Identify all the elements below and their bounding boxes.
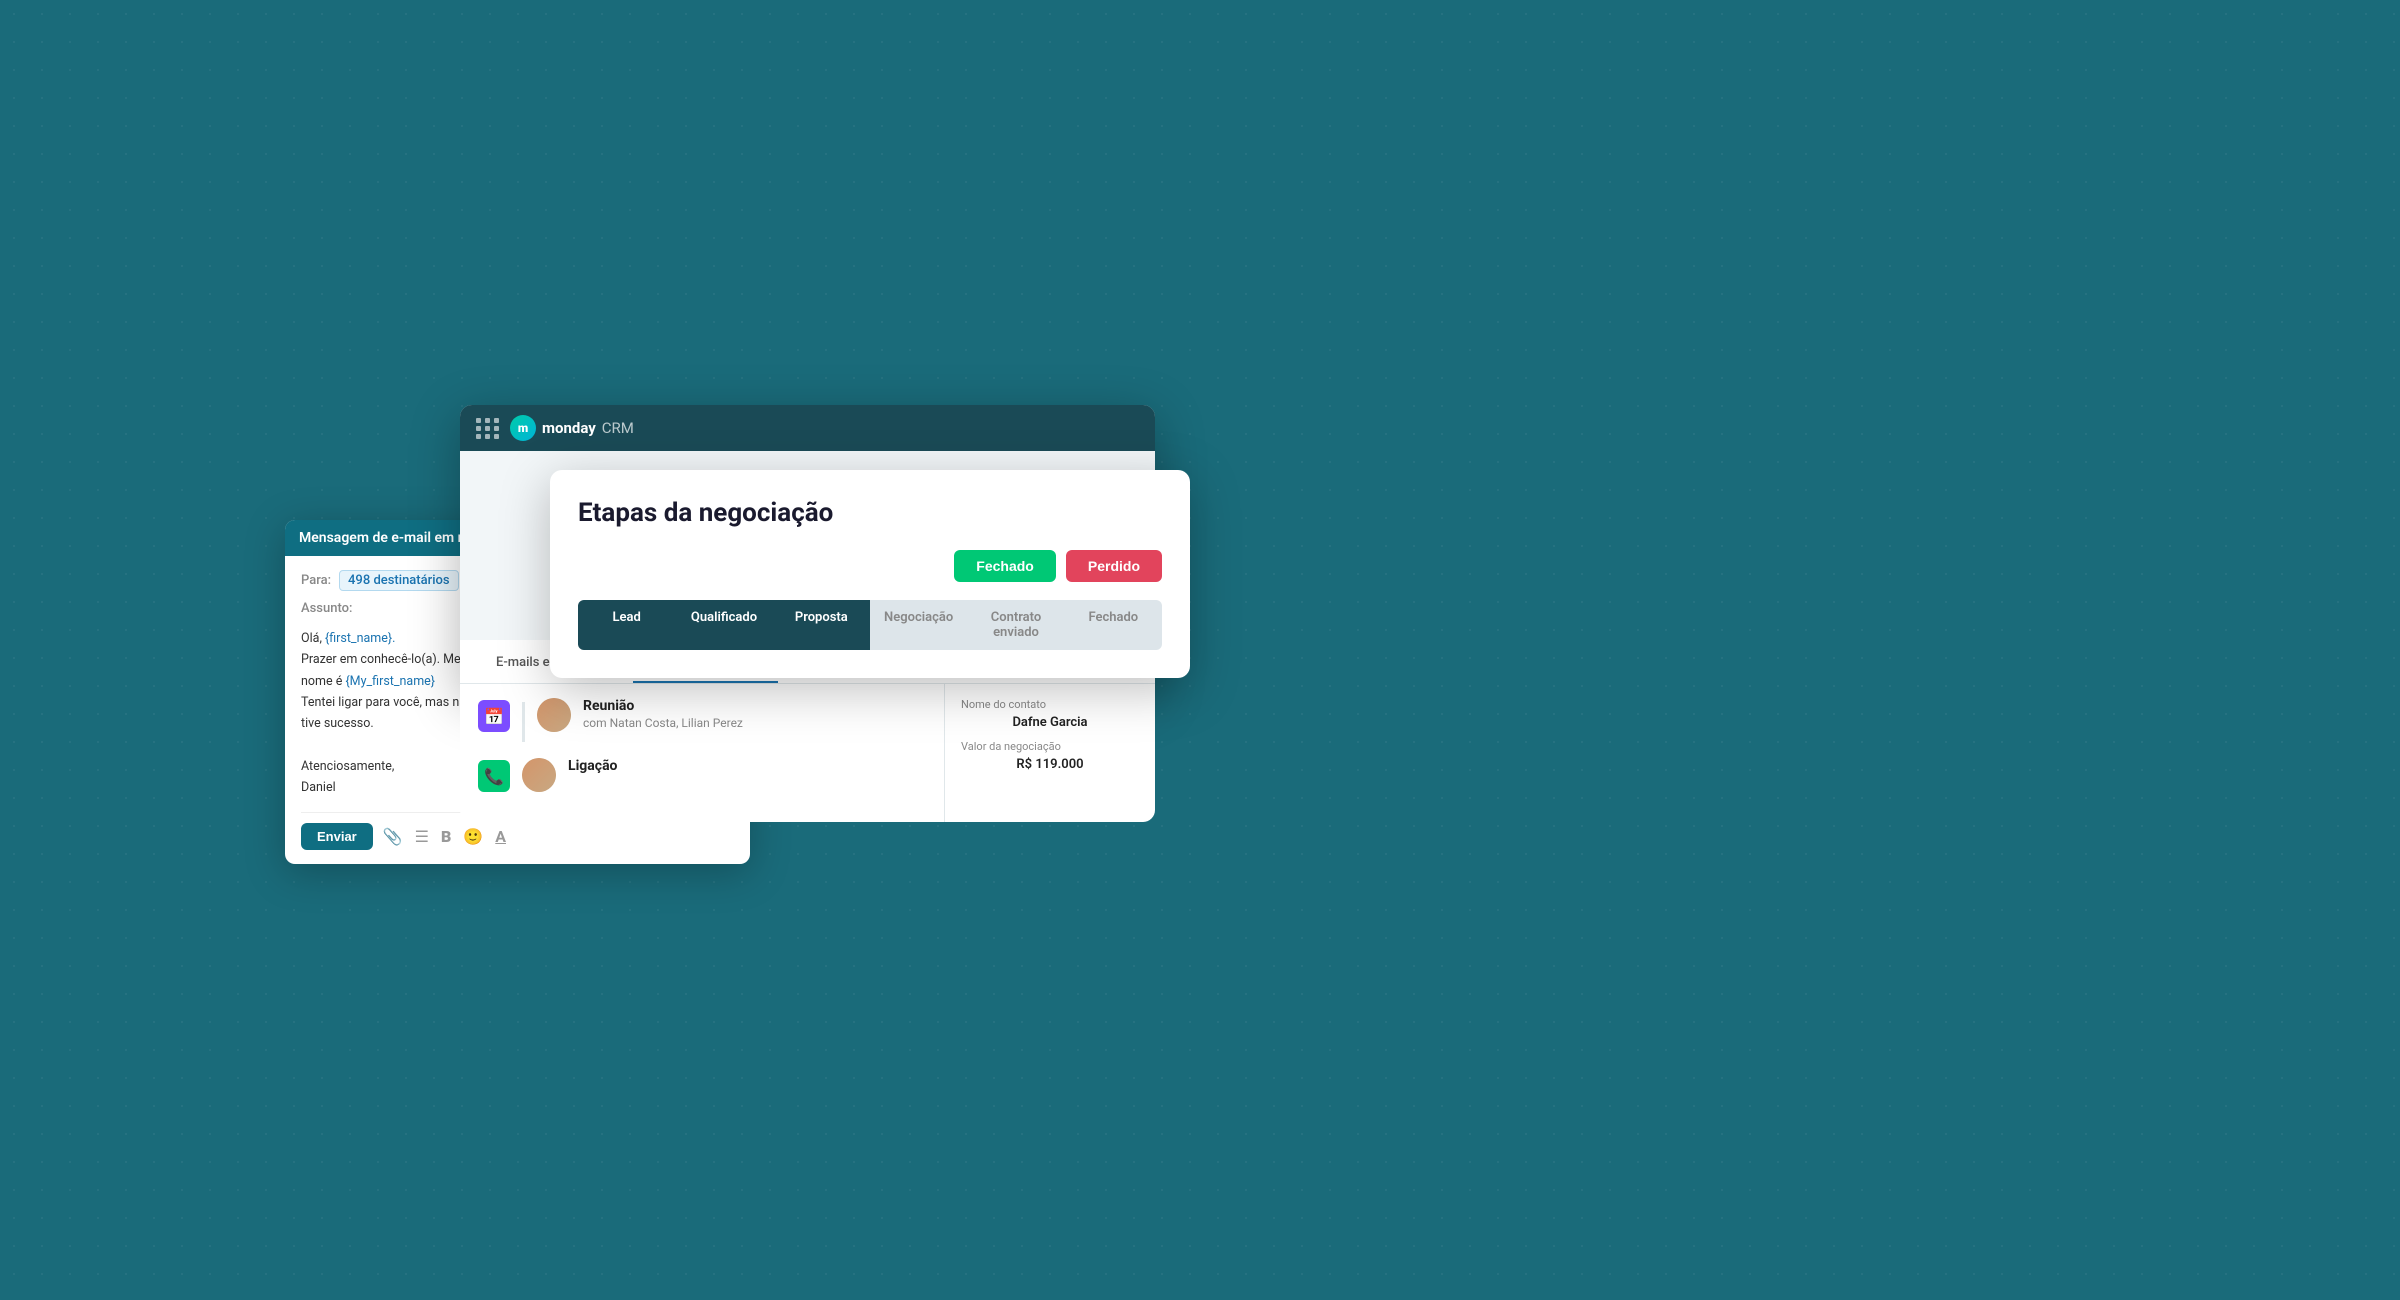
btn-perdido[interactable]: Perdido [1066,550,1162,582]
stage-fechado[interactable]: Fechado [1065,600,1162,650]
email-body-nameline: nome é [301,674,345,689]
email-body-greeting: Olá, [301,631,325,646]
crm-body-row: 📅 Reunião com Natan Costa, Lilian Perez … [460,684,1155,822]
deal-value-label: Valor da negociação [961,740,1139,753]
email-body-sign1: Atenciosamente, [301,759,394,774]
activity-ligacao: 📞 Ligação [478,758,926,792]
bold-icon[interactable]: B [441,827,451,846]
email-recipients-badge[interactable]: 498 destinatários [339,570,459,591]
activity-icon-call: 📞 [478,760,510,792]
contact-name-value: Dafne Garcia [961,715,1139,730]
stage-negociacao[interactable]: Negociação [870,600,967,650]
btn-fechado[interactable]: Fechado [954,550,1056,582]
crm-topbar: m monday CRM [460,405,1155,451]
emoji-icon[interactable]: 🙂 [463,827,483,846]
activity-title-1: Reunião [583,698,743,714]
activity-icon-meeting: 📅 [478,700,510,732]
stage-lead[interactable]: Lead [578,600,675,650]
contact-name-label: Nome do contato [961,698,1139,711]
stage-qualificado[interactable]: Qualificado [675,600,772,650]
send-button[interactable]: Enviar [301,823,373,850]
monday-logo-icon: m [510,415,536,441]
email-body-sign2: Daniel [301,780,336,795]
email-body-line4: Tentei ligar para você, mas não [301,695,473,710]
monday-logo: m monday CRM [510,415,634,441]
email-footer-icons: 📎 ☰ B 🙂 A [383,827,506,846]
activity-info-2: Ligação [568,758,617,776]
list-icon[interactable]: ☰ [415,827,429,846]
deal-stages-title: Etapas da negociação [578,498,1162,528]
monday-logo-crm: CRM [602,419,634,437]
activity-reuniao: 📅 Reunião com Natan Costa, Lilian Perez [478,698,926,742]
stages-pipeline: Lead Qualificado Proposta Negociação Con… [578,600,1162,650]
email-body-line2: Prazer em conhecê-lo(a). Meu [301,652,468,667]
grid-icon[interactable] [476,418,500,439]
avatar-img-2 [522,758,556,792]
font-icon[interactable]: A [495,827,506,846]
activity-info-1: Reunião com Natan Costa, Lilian Perez [583,698,743,730]
activity-title-2: Ligação [568,758,617,774]
activity-subtitle-1: com Natan Costa, Lilian Perez [583,716,743,730]
email-to-label: Para: [301,573,331,588]
attachment-icon[interactable]: 📎 [383,827,403,846]
activity-avatar-1 [537,698,571,732]
email-body-line5: tive sucesso. [301,716,374,731]
avatar-img-1 [537,698,571,732]
email-body-firstname: {first_name}. [325,631,395,646]
stage-proposta[interactable]: Proposta [773,600,870,650]
deal-stages-modal: Etapas da negociação Fechado Perdido Lea… [550,470,1190,678]
stage-contrato-enviado[interactable]: Contrato enviado [967,600,1064,650]
deal-stages-action-row: Fechado Perdido [578,550,1162,582]
email-body-myfirstname: {My_first_name} [345,674,435,689]
deal-value: R$ 119.000 [961,757,1139,772]
activity-line-1 [522,702,525,742]
crm-activities: 📅 Reunião com Natan Costa, Lilian Perez … [460,684,945,822]
crm-deal-sidebar: Nome do contato Dafne Garcia Valor da ne… [945,684,1155,822]
monday-logo-text: monday [542,419,596,437]
email-subject-label: Assunto: [301,601,352,616]
activity-avatar-2 [522,758,556,792]
